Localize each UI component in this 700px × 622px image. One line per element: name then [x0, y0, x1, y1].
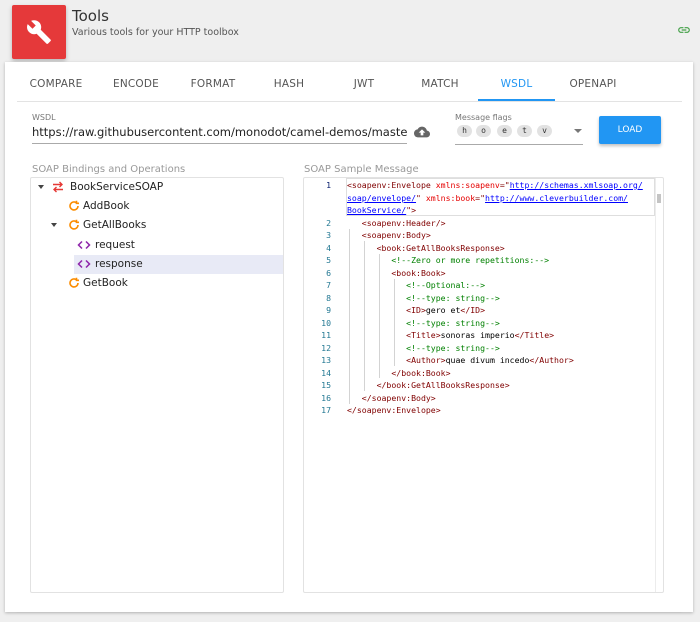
tree-item-getallbooks[interactable]: GetAllBooks — [31, 216, 283, 235]
tab-bar: COMPARE ENCODE FORMAT HASH JWT MATCH WSD… — [17, 70, 682, 102]
line-number: 2 — [326, 217, 331, 228]
line-number: 10 — [321, 317, 331, 328]
current-line-highlight — [346, 178, 655, 216]
app-header: Tools Various tools for your HTTP toolbo… — [0, 0, 700, 59]
line-number: 8 — [326, 292, 331, 303]
flag-chip[interactable]: e — [497, 125, 512, 137]
flag-chip[interactable]: v — [537, 125, 552, 137]
flag-chip[interactable]: h — [457, 125, 472, 137]
binding-icon — [53, 181, 63, 193]
caret-down-icon[interactable] — [51, 223, 57, 227]
line-number: 9 — [326, 305, 331, 315]
sample-title: SOAP Sample Message — [304, 164, 419, 175]
code-line: <!--type: string--> — [347, 292, 500, 303]
code-line: <!--Zero or more repetitions:--> — [347, 255, 550, 265]
operation-icon — [69, 200, 79, 211]
soap-sample-editor[interactable]: 1 2 3 4 5 6 7 8 9 10 11 12 13 14 15 16 1… — [303, 177, 664, 593]
code-line: <soapenv:Header/> — [347, 217, 446, 228]
tab-openapi[interactable]: OPENAPI — [554, 70, 632, 101]
tab-encode[interactable]: ENCODE — [97, 70, 175, 101]
tab-match[interactable]: MATCH — [401, 70, 479, 101]
code-line: </book:Book> — [347, 367, 451, 378]
tree-item-response[interactable]: response — [74, 255, 283, 274]
code-line: <ID>gero et</ID> — [347, 305, 486, 315]
tree-item-getbook[interactable]: GetBook — [31, 274, 283, 293]
line-number: 6 — [326, 267, 331, 278]
editor-scrollbar[interactable] — [655, 178, 663, 592]
code-line: <Title>sonoras imperio</Title> — [347, 330, 555, 340]
flags-label: Message flags — [455, 113, 512, 122]
line-number: 17 — [321, 405, 331, 415]
app-logo — [12, 5, 66, 59]
line-number: 16 — [321, 392, 331, 403]
code-line: <!--type: string--> — [347, 317, 500, 328]
app-subtitle: Various tools for your HTTP toolbox — [72, 27, 239, 38]
tab-wsdl[interactable]: WSDL — [478, 70, 555, 101]
line-number: 13 — [321, 355, 331, 365]
code-line: <soapenv:Body> — [347, 230, 431, 240]
code-line: </book:GetAllBooksResponse> — [347, 380, 510, 390]
tab-format[interactable]: FORMAT — [174, 70, 252, 101]
code-icon — [77, 240, 91, 250]
line-number: 1 — [326, 180, 331, 190]
link-icon[interactable] — [676, 23, 692, 37]
scrollbar-thumb[interactable] — [657, 194, 661, 203]
code-line: <!--type: string--> — [347, 342, 500, 353]
tree-item-label: GetBook — [83, 277, 128, 289]
main-card: COMPARE ENCODE FORMAT HASH JWT MATCH WSD… — [5, 62, 693, 612]
wsdl-url-input[interactable]: https://raw.githubusercontent.com/monodo… — [32, 122, 407, 144]
tab-compare[interactable]: COMPARE — [17, 70, 95, 101]
tree-item-request[interactable]: request — [31, 236, 283, 255]
chevron-down-icon[interactable] — [574, 129, 582, 133]
tree-item-bookservicesoap[interactable]: BookServiceSOAP — [31, 178, 283, 197]
tree-item-label: response — [95, 258, 143, 270]
tree-item-label: AddBook — [83, 200, 130, 212]
line-number: 15 — [321, 380, 331, 390]
code-line: </soapenv:Body> — [347, 392, 436, 403]
code-line: <book:Book> — [347, 267, 446, 278]
line-number: 14 — [321, 367, 331, 378]
line-number: 11 — [321, 330, 331, 340]
tab-jwt[interactable]: JWT — [325, 70, 403, 101]
tree-item-label: GetAllBooks — [83, 219, 147, 231]
line-number: 12 — [321, 342, 331, 353]
line-number: 4 — [326, 242, 331, 253]
code-line: <Author>quae divum incedo</Author> — [347, 355, 574, 365]
wrench-icon — [27, 20, 51, 44]
line-number: 5 — [326, 255, 331, 265]
message-flags-select[interactable]: h o e t v — [455, 123, 583, 145]
tree-item-addbook[interactable]: AddBook — [31, 197, 283, 216]
app-title: Tools — [72, 7, 109, 25]
caret-down-icon[interactable] — [38, 185, 44, 189]
code-line: <book:GetAllBooksResponse> — [347, 242, 505, 253]
flag-chip[interactable]: o — [476, 125, 491, 137]
code-line: <!--Optional:--> — [347, 280, 486, 290]
load-button[interactable]: LOAD — [599, 116, 661, 144]
tree-item-label: BookServiceSOAP — [70, 181, 164, 193]
code-icon — [77, 259, 91, 269]
line-number: 3 — [326, 230, 331, 240]
operation-icon — [69, 277, 79, 288]
bindings-title: SOAP Bindings and Operations — [32, 164, 186, 175]
flag-chip[interactable]: t — [517, 125, 532, 137]
wsdl-label: WSDL — [32, 113, 56, 122]
tree-item-label: request — [95, 239, 135, 251]
line-number: 7 — [326, 280, 331, 290]
bindings-tree: BookServiceSOAP AddBook GetAllBooks requ… — [30, 177, 284, 593]
operation-icon — [69, 219, 79, 230]
code-line: </soapenv:Envelope> — [347, 405, 441, 415]
cloud-upload-icon[interactable] — [414, 126, 430, 138]
tab-hash[interactable]: HASH — [250, 70, 328, 101]
